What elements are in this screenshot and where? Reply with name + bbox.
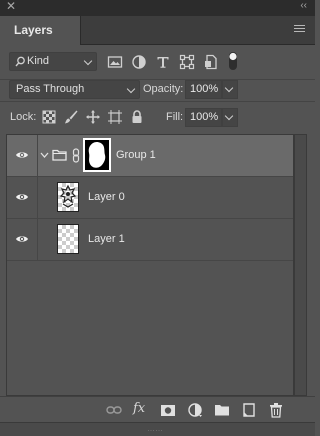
delete-layer-icon[interactable] (268, 402, 284, 418)
opacity-value: 100% (190, 83, 219, 95)
blend-mode-select[interactable]: Pass Through (9, 80, 140, 99)
link-layers-icon[interactable] (106, 402, 122, 418)
layers-bottom-bar: fx (0, 396, 315, 423)
link-icon[interactable] (72, 148, 80, 163)
new-adjustment-icon[interactable] (187, 402, 203, 418)
visibility-toggle[interactable] (7, 219, 38, 260)
mask-shape (88, 141, 106, 168)
pixel-filter-icon[interactable] (107, 54, 123, 70)
eye-icon (16, 152, 28, 158)
lock-label: Lock: (10, 111, 37, 123)
type-filter-icon[interactable] (155, 54, 171, 70)
panel-tab-bar: Layers (0, 16, 315, 45)
lock-position-icon[interactable] (85, 109, 101, 125)
collapse-panel-icon[interactable]: ‹‹ (300, 0, 307, 11)
new-group-icon[interactable] (214, 402, 230, 418)
lock-row: Lock: Fill: 100% (0, 102, 315, 132)
lock-all-icon[interactable] (129, 109, 145, 125)
chevron-down-icon[interactable] (40, 152, 49, 159)
shape-filter-icon[interactable] (179, 54, 195, 70)
opacity-dropdown-button[interactable] (222, 80, 238, 99)
lock-image-pixels-icon[interactable] (63, 109, 79, 125)
filter-row: Kind (0, 45, 315, 79)
panel-menu-icon[interactable] (294, 25, 305, 34)
filter-toggle-icon[interactable] (228, 51, 238, 71)
visibility-toggle[interactable] (7, 135, 38, 176)
layer-name: Group 1 (116, 149, 156, 161)
blend-row: Pass Through Opacity: 100% (0, 80, 315, 100)
layer-mask-thumbnail[interactable] (83, 138, 111, 172)
adjustment-filter-icon[interactable] (131, 54, 147, 70)
opacity-label: Opacity: (143, 83, 184, 95)
smart-object-filter-icon[interactable] (203, 54, 219, 70)
panel-resize-grip[interactable]: …… (0, 422, 315, 436)
add-mask-icon[interactable] (160, 402, 176, 418)
layers-scrollbar[interactable] (294, 134, 307, 396)
chevron-down-icon (224, 83, 234, 93)
layer-thumbnail[interactable] (57, 182, 79, 212)
chevron-down-icon (224, 111, 234, 121)
lock-artboard-icon[interactable] (107, 109, 123, 125)
lock-transparent-pixels-icon[interactable] (41, 109, 57, 125)
tab-layers[interactable]: Layers (0, 16, 81, 45)
chevron-down-icon (126, 84, 136, 94)
fill-value: 100% (190, 111, 219, 123)
panel-title-strip: ✕ ‹‹ (0, 0, 315, 16)
layers-list: Group 1 Layer 0 Layer 1 (6, 134, 294, 396)
fill-label: Fill: (166, 111, 184, 123)
close-panel-icon[interactable]: ✕ (6, 0, 16, 13)
fill-dropdown-button[interactable] (222, 108, 238, 127)
fill-input[interactable]: 100% (185, 108, 222, 127)
grip-dots: …… (147, 424, 163, 433)
ornament-thumbnail (59, 184, 77, 208)
folder-icon (52, 149, 67, 161)
new-layer-icon[interactable] (241, 402, 257, 418)
layer-row-layer-0[interactable]: Layer 0 (7, 177, 293, 219)
layer-row-group-1[interactable]: Group 1 (7, 135, 293, 177)
opacity-input[interactable]: 100% (185, 80, 222, 99)
layer-thumbnail[interactable] (57, 224, 79, 254)
search-icon (15, 56, 25, 67)
eye-icon (16, 194, 28, 200)
layer-row-layer-1[interactable]: Layer 1 (7, 219, 293, 261)
fx-icon[interactable]: fx (133, 401, 145, 416)
tab-layers-label: Layers (14, 23, 53, 37)
filter-kind-label: Kind (27, 55, 50, 67)
filter-kind-select[interactable]: Kind (9, 52, 97, 71)
layer-name: Layer 0 (88, 191, 125, 203)
chevron-down-icon (83, 56, 93, 66)
eye-icon (16, 236, 28, 242)
layer-name: Layer 1 (88, 233, 125, 245)
blend-mode-value: Pass Through (16, 83, 85, 95)
visibility-toggle[interactable] (7, 177, 38, 218)
